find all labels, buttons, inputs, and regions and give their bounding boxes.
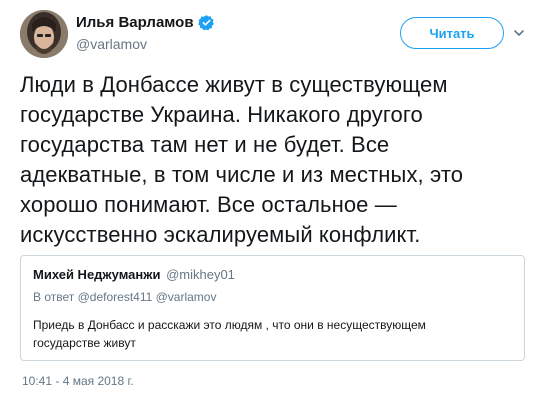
quoted-tweet[interactable]: Михей Неджуманжи @mikhey01 В ответ @defo…: [20, 255, 525, 361]
avatar[interactable]: [20, 10, 68, 58]
tweet-text: Люди в Донбассе живут в существующем гос…: [20, 70, 540, 250]
tweet-line: искусственно эскалируемый конфликт.: [20, 222, 421, 247]
quoted-tweet-header: Михей Неджуманжи @mikhey01: [33, 267, 512, 282]
quoted-tweet-text: Приедь в Донбасс и расскажи это людям , …: [33, 316, 473, 352]
author-name[interactable]: Илья Варламов: [76, 14, 194, 31]
quoted-author-handle: @mikhey01: [166, 267, 235, 282]
tweet-line: государства там нет и не будет. Все: [20, 132, 390, 157]
quoted-line: государстве живут: [33, 336, 136, 350]
author-handle[interactable]: @varlamov: [76, 36, 147, 52]
tweet-line: хорошо понимают. Все остальное —: [20, 192, 397, 217]
author-name-row[interactable]: Илья Варламов: [76, 14, 215, 31]
reply-context: В ответ @deforest411 @varlamov: [33, 290, 512, 304]
avatar-image: [20, 10, 68, 58]
tweet-line: государстве Украина. Никакого другого: [20, 102, 423, 127]
reply-prefix: В ответ: [33, 290, 75, 304]
tweet-timestamp[interactable]: 10:41 - 4 мая 2018 г.: [22, 374, 134, 388]
chevron-down-icon[interactable]: [512, 26, 526, 40]
follow-button[interactable]: Читать: [400, 17, 504, 49]
reply-to-handles[interactable]: @deforest411 @varlamov: [78, 290, 217, 304]
quoted-line: Приедь в Донбасс и расскажи это людям , …: [33, 318, 426, 332]
tweet-line: Люди в Донбассе живут в существующем: [20, 72, 448, 97]
tweet-line: адекватные, в том числе и из местных, эт…: [20, 162, 464, 187]
verified-badge-icon: [197, 15, 214, 31]
quoted-author-name: Михей Неджуманжи: [33, 267, 161, 282]
